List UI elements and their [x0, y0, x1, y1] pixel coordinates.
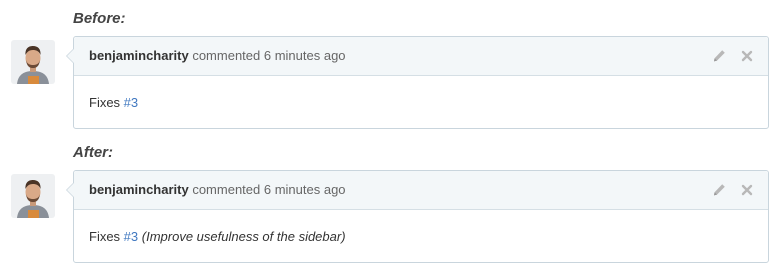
pencil-icon[interactable]	[712, 49, 726, 63]
comment-meta: benjamincharity commented 6 minutes ago	[89, 182, 346, 197]
close-icon[interactable]	[740, 183, 754, 197]
close-icon[interactable]	[740, 49, 754, 63]
comment-box: benjamincharity commented 6 minutes ago …	[66, 170, 769, 263]
pencil-icon[interactable]	[712, 183, 726, 197]
issue-link[interactable]: #3	[124, 229, 138, 244]
comment-header: benjamincharity commented 6 minutes ago	[74, 37, 768, 76]
avatar[interactable]	[11, 40, 55, 84]
issue-title: (Improve usefulness of the sidebar)	[141, 229, 346, 244]
comment-header: benjamincharity commented 6 minutes ago	[74, 171, 768, 210]
comment-text: Fixes	[89, 95, 124, 110]
before-label: Before:	[73, 10, 126, 27]
after-label: After:	[73, 144, 113, 161]
avatar[interactable]	[11, 174, 55, 218]
comment-author[interactable]: benjamincharity	[89, 182, 189, 197]
comment-box: benjamincharity commented 6 minutes ago …	[66, 36, 769, 129]
issue-link[interactable]: #3	[124, 95, 138, 110]
comment-text: Fixes	[89, 229, 124, 244]
comment-meta: benjamincharity commented 6 minutes ago	[89, 48, 346, 63]
comment-author[interactable]: benjamincharity	[89, 48, 189, 63]
comment-timestamp: commented 6 minutes ago	[192, 48, 346, 63]
comment-body: Fixes #3 (Improve usefulness of the side…	[74, 210, 768, 244]
comment-timestamp: commented 6 minutes ago	[192, 182, 346, 197]
comment-body: Fixes #3	[74, 76, 768, 110]
